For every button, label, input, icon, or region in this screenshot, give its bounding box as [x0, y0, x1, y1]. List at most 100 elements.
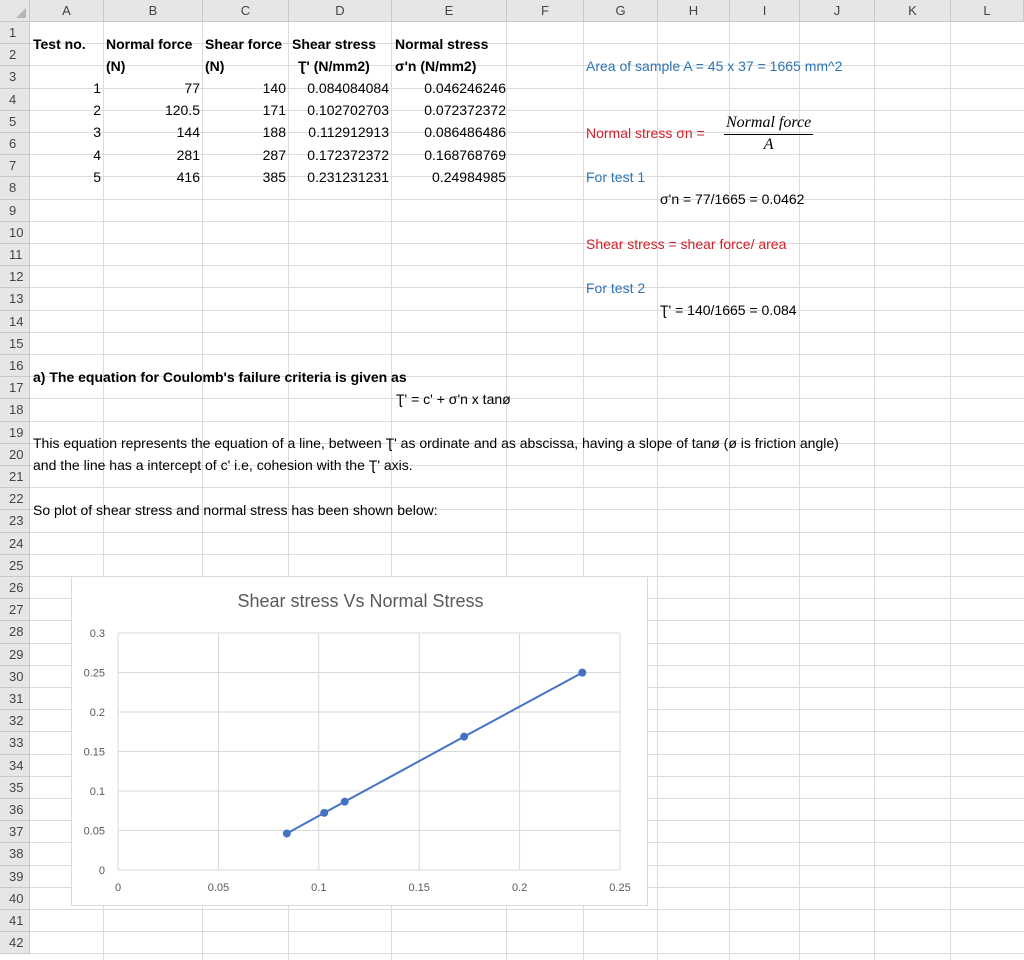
for-test-2[interactable]: For test 2 — [586, 277, 645, 299]
row-header-9[interactable]: 9 — [0, 199, 30, 222]
cell-c1[interactable]: Shear force — [205, 33, 282, 55]
row-header-37[interactable]: 37 — [0, 821, 30, 844]
row-header-28[interactable]: 28 — [0, 621, 30, 644]
table-cell[interactable]: 0.24984985 — [432, 166, 506, 188]
column-header-a[interactable]: A — [30, 0, 104, 22]
shear-stress-label[interactable]: Shear stress = shear force/ area — [586, 233, 786, 255]
row-header-6[interactable]: 6 — [0, 133, 30, 156]
cell-a19[interactable]: This equation represents the equation of… — [33, 432, 839, 454]
row-header-16[interactable]: 16 — [0, 355, 30, 378]
table-cell[interactable]: 0.231231231 — [307, 166, 389, 188]
cell-a1[interactable]: Test no. — [33, 33, 86, 55]
row-header-8[interactable]: 8 — [0, 177, 30, 200]
table-cell[interactable]: 2 — [93, 99, 101, 121]
table-cell[interactable]: 171 — [263, 99, 286, 121]
row-header-20[interactable]: 20 — [0, 443, 30, 466]
row-header-40[interactable]: 40 — [0, 887, 30, 910]
table-cell[interactable]: 0.112912913 — [308, 121, 389, 143]
row-header-2[interactable]: 2 — [0, 44, 30, 67]
row-header-29[interactable]: 29 — [0, 643, 30, 666]
column-header-j[interactable]: J — [800, 0, 875, 22]
row-header-11[interactable]: 11 — [0, 244, 30, 267]
row-header-23[interactable]: 23 — [0, 510, 30, 533]
row-header-35[interactable]: 35 — [0, 776, 30, 799]
row-header-21[interactable]: 21 — [0, 466, 30, 489]
row-header-5[interactable]: 5 — [0, 110, 30, 133]
table-cell[interactable]: 120.5 — [165, 99, 200, 121]
table-cell[interactable]: 77 — [184, 77, 200, 99]
table-cell[interactable]: 0.046246246 — [424, 77, 506, 99]
row-header-31[interactable]: 31 — [0, 688, 30, 711]
table-cell[interactable]: 1 — [93, 77, 101, 99]
for-test-1[interactable]: For test 1 — [586, 166, 645, 188]
table-cell[interactable]: 140 — [263, 77, 286, 99]
table-cell[interactable]: 5 — [93, 166, 101, 188]
table-cell[interactable]: 281 — [177, 144, 200, 166]
row-header-25[interactable]: 25 — [0, 554, 30, 577]
cell-c2[interactable]: (N) — [205, 55, 224, 77]
coulomb-equation[interactable]: Ʈ' = c' + σ'n x tanø — [396, 388, 511, 410]
column-header-l[interactable]: L — [951, 0, 1024, 22]
row-header-26[interactable]: 26 — [0, 577, 30, 600]
row-header-33[interactable]: 33 — [0, 732, 30, 755]
row-header-22[interactable]: 22 — [0, 488, 30, 511]
table-cell[interactable]: 416 — [177, 166, 200, 188]
row-header-18[interactable]: 18 — [0, 399, 30, 422]
column-header-c[interactable]: C — [203, 0, 289, 22]
row-header-36[interactable]: 36 — [0, 799, 30, 822]
calc-normal-stress[interactable]: σ'n = 77/1665 = 0.0462 — [660, 188, 804, 210]
column-header-h[interactable]: H — [658, 0, 730, 22]
row-header-10[interactable]: 10 — [0, 221, 30, 244]
table-cell[interactable]: 287 — [263, 144, 286, 166]
calc-shear-stress[interactable]: Ʈ' = 140/1665 = 0.084 — [660, 299, 797, 321]
row-header-14[interactable]: 14 — [0, 310, 30, 333]
row-header-32[interactable]: 32 — [0, 710, 30, 733]
row-header-41[interactable]: 41 — [0, 910, 30, 933]
table-cell[interactable]: 0.172372372 — [307, 144, 389, 166]
row-header-34[interactable]: 34 — [0, 754, 30, 777]
scatter-chart[interactable]: Shear stress Vs Normal Stress 0 0.05 0.1 0.… — [71, 576, 648, 906]
column-header-i[interactable]: I — [730, 0, 800, 22]
cell-d2[interactable]: Ʈ' (N/mm2) — [298, 55, 370, 77]
column-header-e[interactable]: E — [392, 0, 507, 22]
row-header-3[interactable]: 3 — [0, 66, 30, 89]
row-header-1[interactable]: 1 — [0, 22, 30, 45]
row-header-13[interactable]: 13 — [0, 288, 30, 311]
table-cell[interactable]: 3 — [93, 121, 101, 143]
column-header-b[interactable]: B — [104, 0, 203, 22]
cell-d1[interactable]: Shear stress — [292, 33, 376, 55]
select-all-corner[interactable] — [0, 0, 30, 22]
cell-e1[interactable]: Normal stress — [395, 33, 488, 55]
table-cell[interactable]: 385 — [263, 166, 286, 188]
cell-b2[interactable]: (N) — [106, 55, 125, 77]
row-header-30[interactable]: 30 — [0, 665, 30, 688]
row-header-12[interactable]: 12 — [0, 266, 30, 289]
table-cell[interactable]: 144 — [177, 121, 200, 143]
row-header-7[interactable]: 7 — [0, 155, 30, 178]
cell-e2[interactable]: σ'n (N/mm2) — [395, 55, 476, 77]
row-header-4[interactable]: 4 — [0, 88, 30, 111]
cell-b1[interactable]: Normal force — [106, 33, 192, 55]
column-header-f[interactable]: F — [507, 0, 584, 22]
table-cell[interactable]: 188 — [263, 121, 286, 143]
cell-a20[interactable]: and the line has a intercept of c' i.e, … — [33, 454, 413, 476]
row-header-39[interactable]: 39 — [0, 865, 30, 888]
column-header-d[interactable]: D — [289, 0, 392, 22]
cell-a22[interactable]: So plot of shear stress and normal stres… — [33, 499, 438, 521]
row-header-19[interactable]: 19 — [0, 421, 30, 444]
cell-a16[interactable]: a) The equation for Coulomb's failure cr… — [33, 366, 407, 388]
normal-stress-label[interactable]: Normal stress σn = — [586, 122, 705, 144]
row-header-17[interactable]: 17 — [0, 377, 30, 400]
column-header-k[interactable]: K — [875, 0, 951, 22]
row-header-42[interactable]: 42 — [0, 932, 30, 955]
table-cell[interactable]: 0.168768769 — [424, 144, 506, 166]
table-cell[interactable]: 4 — [93, 144, 101, 166]
row-header-38[interactable]: 38 — [0, 843, 30, 866]
row-header-15[interactable]: 15 — [0, 332, 30, 355]
table-cell[interactable]: 0.086486486 — [424, 121, 506, 143]
row-header-27[interactable]: 27 — [0, 599, 30, 622]
table-cell[interactable]: 0.102702703 — [307, 99, 389, 121]
column-header-g[interactable]: G — [584, 0, 658, 22]
area-note[interactable]: Area of sample A = 45 x 37 = 1665 mm^2 — [586, 55, 842, 77]
row-header-24[interactable]: 24 — [0, 532, 30, 555]
